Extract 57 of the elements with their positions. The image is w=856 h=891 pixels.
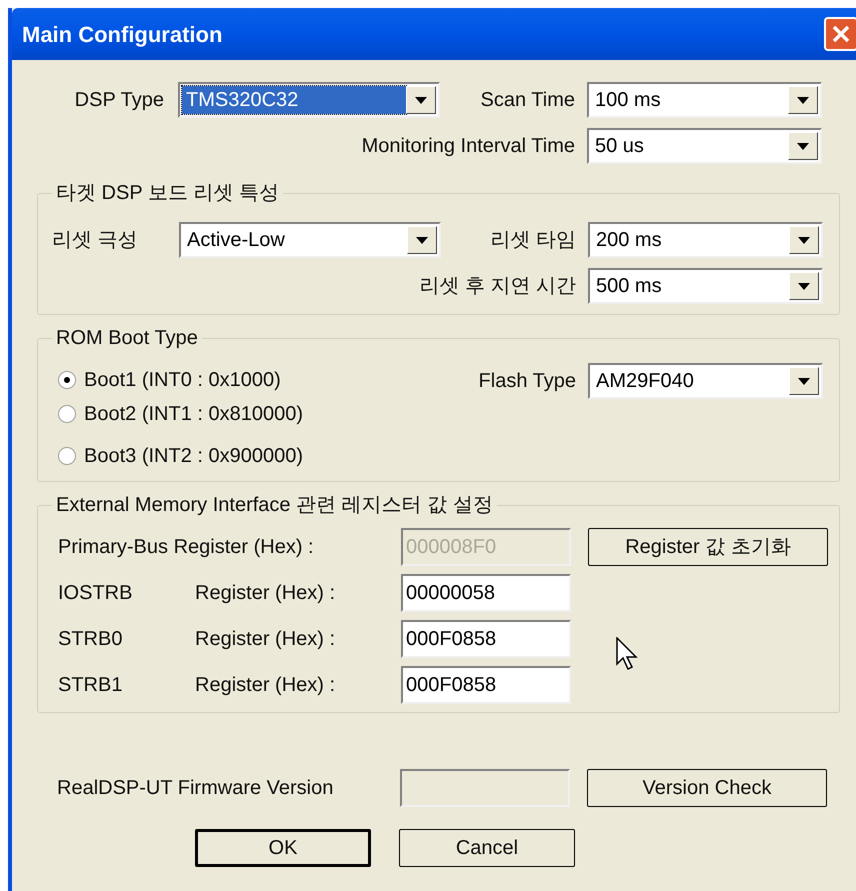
- field-label: Flash Type: [478, 369, 576, 394]
- dropdown[interactable]: 200 ms: [588, 222, 823, 258]
- input-field[interactable]: [400, 769, 570, 807]
- field-label: Register (Hex) :: [195, 581, 336, 606]
- dropdown[interactable]: AM29F040: [588, 363, 823, 399]
- radio-button[interactable]: [58, 405, 76, 423]
- mouse-cursor-icon: [616, 637, 638, 671]
- dropdown-arrow-button[interactable]: [789, 272, 819, 300]
- down-triangle-icon: [797, 142, 809, 150]
- radio-option[interactable]: Boot1 (INT0 : 0x1000): [58, 363, 281, 397]
- down-triangle-icon: [798, 282, 810, 290]
- radio-button[interactable]: [58, 447, 76, 465]
- close-icon: [832, 25, 850, 43]
- down-triangle-icon: [416, 236, 428, 244]
- field-label: Primary-Bus Register (Hex) :: [58, 535, 314, 560]
- group-title: External Memory Interface 관련 레지스터 값 설정: [56, 494, 493, 516]
- dialog-button[interactable]: Cancel: [399, 829, 575, 867]
- down-triangle-icon: [798, 236, 810, 244]
- window-title: Main Configuration: [22, 20, 222, 49]
- field-label: RealDSP-UT Firmware Version: [57, 777, 334, 799]
- dropdown[interactable]: 500 ms: [588, 268, 823, 304]
- input-field[interactable]: 000F0858: [401, 620, 571, 658]
- dropdown[interactable]: Active-Low: [179, 222, 441, 258]
- field-label: Monitoring Interval Time: [362, 134, 575, 159]
- dropdown-arrow-button[interactable]: [788, 86, 818, 114]
- field-label: Scan Time: [480, 88, 575, 113]
- dropdown[interactable]: TMS320C32: [178, 82, 440, 118]
- radio-option[interactable]: Boot2 (INT1 : 0x810000): [58, 397, 304, 431]
- radio-button[interactable]: [58, 371, 76, 389]
- down-triangle-icon: [415, 96, 427, 104]
- register-name: IOSTRB: [58, 581, 134, 606]
- field-label: 리셋 후 지연 시간: [419, 274, 576, 299]
- reset-register-button[interactable]: Register 값 초기화: [588, 528, 828, 566]
- down-triangle-icon: [797, 96, 809, 104]
- dropdown[interactable]: 50 us: [587, 128, 822, 164]
- field-label: 리셋 타임: [490, 228, 576, 253]
- version-check-button[interactable]: Version Check: [587, 769, 827, 807]
- dialog-button[interactable]: OK: [195, 829, 371, 867]
- dropdown-arrow-button[interactable]: [407, 226, 437, 254]
- field-label: 리셋 극성: [52, 229, 138, 251]
- dropdown[interactable]: 100 ms: [587, 82, 822, 118]
- dropdown-arrow-button[interactable]: [788, 132, 818, 160]
- register-name: STRB1: [58, 673, 124, 698]
- radio-option[interactable]: Boot3 (INT2 : 0x900000): [58, 439, 304, 473]
- field-label: Register (Hex) :: [195, 627, 336, 652]
- dropdown-arrow-button[interactable]: [789, 367, 819, 395]
- dropdown-arrow-button[interactable]: [789, 226, 819, 254]
- group-title: ROM Boot Type: [56, 327, 198, 349]
- register-name: STRB0: [58, 627, 124, 652]
- close-button[interactable]: [824, 17, 856, 51]
- down-triangle-icon: [798, 378, 810, 384]
- input-field[interactable]: 000F0858: [401, 666, 571, 704]
- field-label: Register (Hex) :: [195, 673, 336, 698]
- input-field[interactable]: 00000058: [401, 574, 571, 612]
- group-title: 타겟 DSP 보드 리셋 특성: [56, 182, 279, 204]
- field-label: DSP Type: [74, 88, 164, 113]
- dropdown-arrow-button[interactable]: [406, 86, 436, 114]
